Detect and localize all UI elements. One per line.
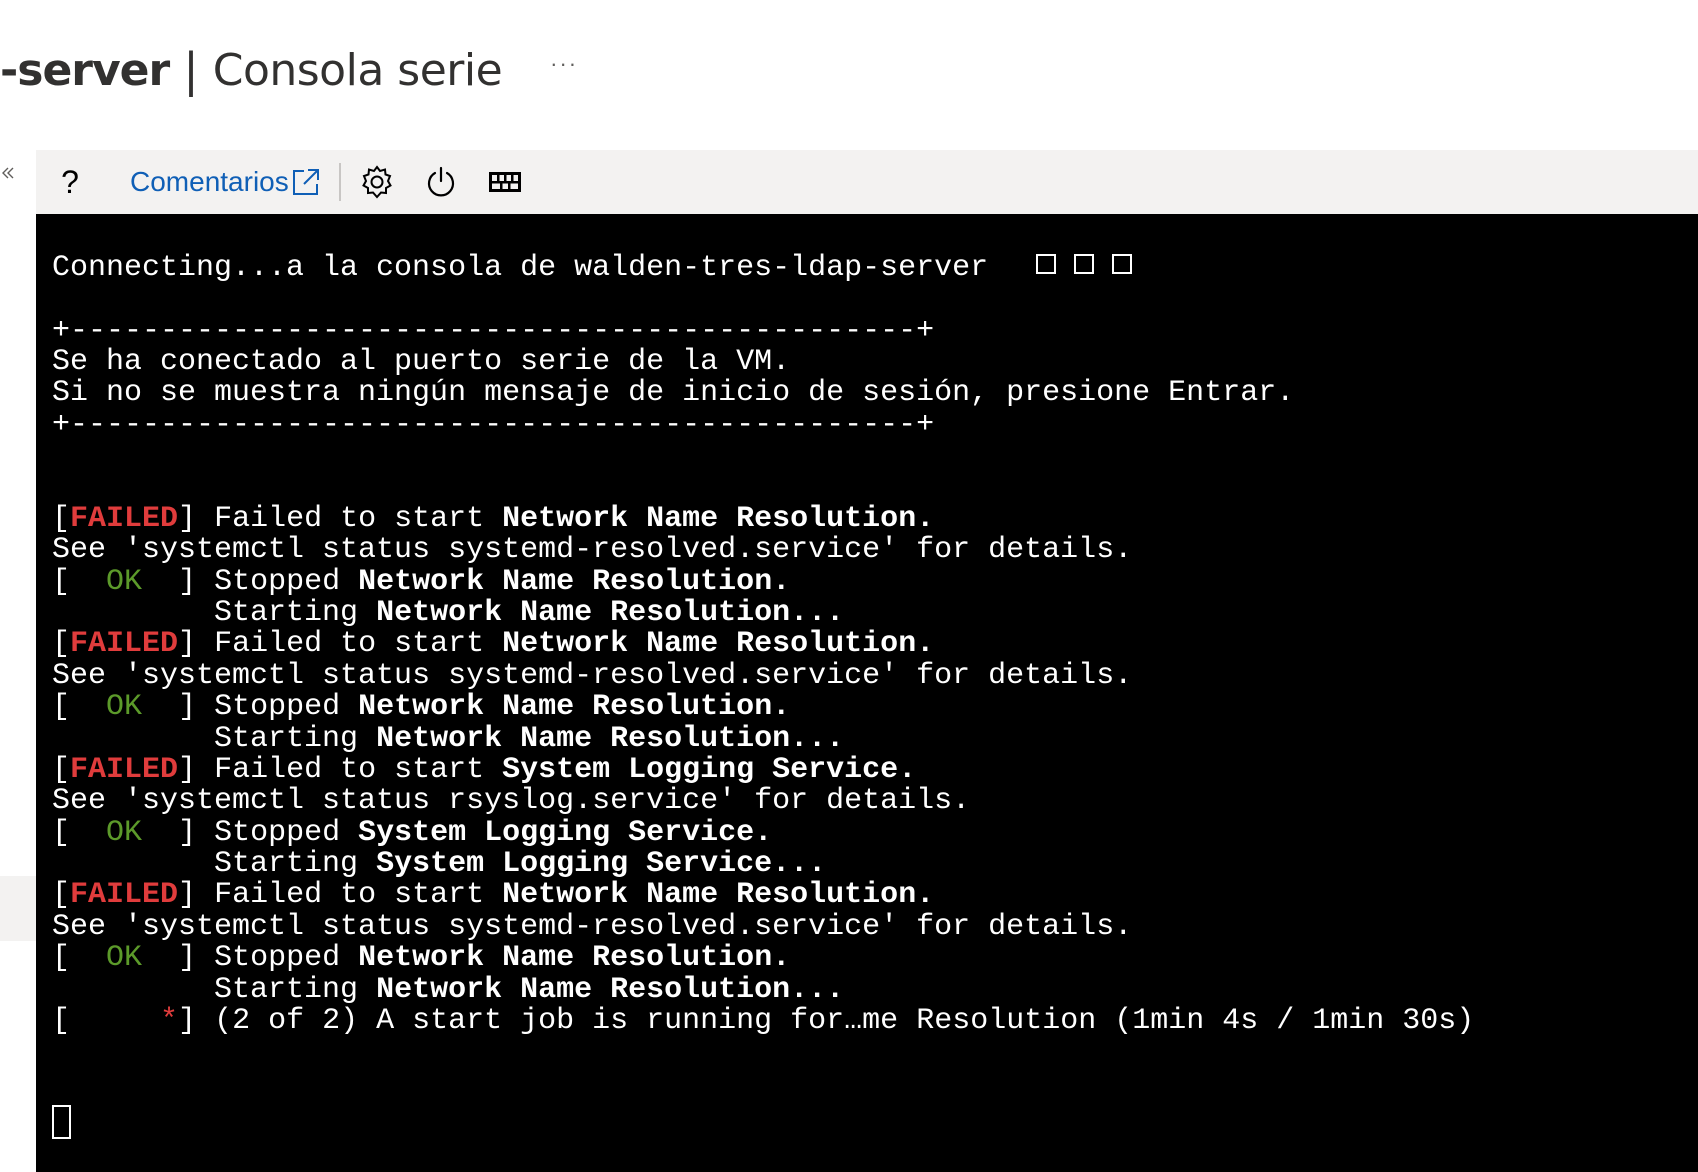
banner-message-2: Si no se muestra ningún mensaje de inici…: [52, 376, 1295, 410]
help-button[interactable]: ?: [50, 162, 90, 202]
log-line-see: See 'systemctl status rsyslog.service' f…: [52, 784, 971, 818]
gear-icon: [361, 165, 392, 199]
log-line-starting: Starting Network Name Resolution...: [214, 973, 845, 1007]
log-line-see: See 'systemctl status systemd-resolved.s…: [52, 659, 1133, 693]
power-icon: [427, 166, 454, 197]
ok-tag: OK: [106, 941, 143, 975]
help-icon: ?: [61, 163, 79, 200]
power-button[interactable]: [419, 160, 463, 204]
failed-tag: FAILED: [70, 502, 179, 536]
banner-border-top: +---------------------------------------…: [52, 314, 935, 348]
log-line-stopped: [ OK ] Stopped Network Name Resolution.: [52, 941, 791, 975]
ok-tag: OK: [106, 816, 143, 850]
placeholder-box: [1112, 254, 1133, 275]
log-line-starting: Starting System Logging Service...: [214, 847, 827, 881]
settings-button[interactable]: [355, 160, 399, 204]
ok-tag: OK: [106, 690, 143, 724]
serial-console-terminal[interactable]: Connecting...a la consola de walden-tres…: [36, 214, 1698, 1172]
log-line-starting: Starting Network Name Resolution...: [214, 722, 845, 756]
terminal-cursor: [52, 1105, 71, 1139]
left-rail-selected-item[interactable]: [0, 876, 36, 941]
placeholder-box: [1074, 254, 1095, 275]
banner-message-1: Se ha conectado al puerto serie de la VM…: [52, 345, 791, 379]
failed-tag: FAILED: [70, 878, 179, 912]
log-line-failed: [FAILED] Failed to start Network Name Re…: [52, 502, 935, 536]
log-line-stopped: [ OK ] Stopped Network Name Resolution.: [52, 690, 791, 724]
serial-console-page: -server | Consola serie ··· ? Comentario…: [0, 0, 1698, 1172]
log-line-stopped: [ OK ] Stopped Network Name Resolution.: [52, 565, 791, 599]
ok-tag: OK: [106, 565, 143, 599]
failed-tag: FAILED: [70, 753, 179, 787]
log-line-failed: [FAILED] Failed to start Network Name Re…: [52, 627, 935, 661]
log-line-failed: [FAILED] Failed to start System Logging …: [52, 753, 917, 787]
collapse-menu-icon[interactable]: [0, 160, 16, 186]
failed-tag: FAILED: [70, 627, 179, 661]
log-line-job-running: [ *] (2 of 2) A start job is running for…: [52, 1004, 1475, 1038]
log-line-see: See 'systemctl status systemd-resolved.s…: [52, 533, 1133, 567]
feedback-label: Comentarios: [130, 166, 289, 197]
log-line-failed: [FAILED] Failed to start Network Name Re…: [52, 878, 935, 912]
title-separator: |: [183, 43, 199, 97]
keyboard-icon: [488, 172, 521, 192]
more-options-button[interactable]: ···: [550, 51, 578, 77]
spinner-star: *: [160, 1004, 179, 1038]
log-line-stopped: [ OK ] Stopped System Logging Service.: [52, 816, 773, 850]
section-title: Consola serie: [212, 44, 503, 96]
log-line-starting: Starting Network Name Resolution...: [214, 596, 845, 630]
connect-line: Connecting...a la consola de walden-tres…: [52, 251, 1133, 285]
toolbar-divider: [338, 163, 341, 201]
feedback-link[interactable]: Comentarios: [130, 166, 321, 198]
console-toolbar: ? Comentarios: [36, 150, 1698, 214]
external-link-icon: [292, 169, 319, 195]
page-title: -server | Consola serie ···: [0, 30, 578, 110]
log-line-see: See 'systemctl status systemd-resolved.s…: [52, 910, 1133, 944]
banner-border-bottom: +---------------------------------------…: [52, 408, 935, 442]
placeholder-box: [1036, 254, 1057, 275]
keyboard-button[interactable]: [483, 160, 527, 204]
resource-name: -server: [0, 44, 170, 96]
